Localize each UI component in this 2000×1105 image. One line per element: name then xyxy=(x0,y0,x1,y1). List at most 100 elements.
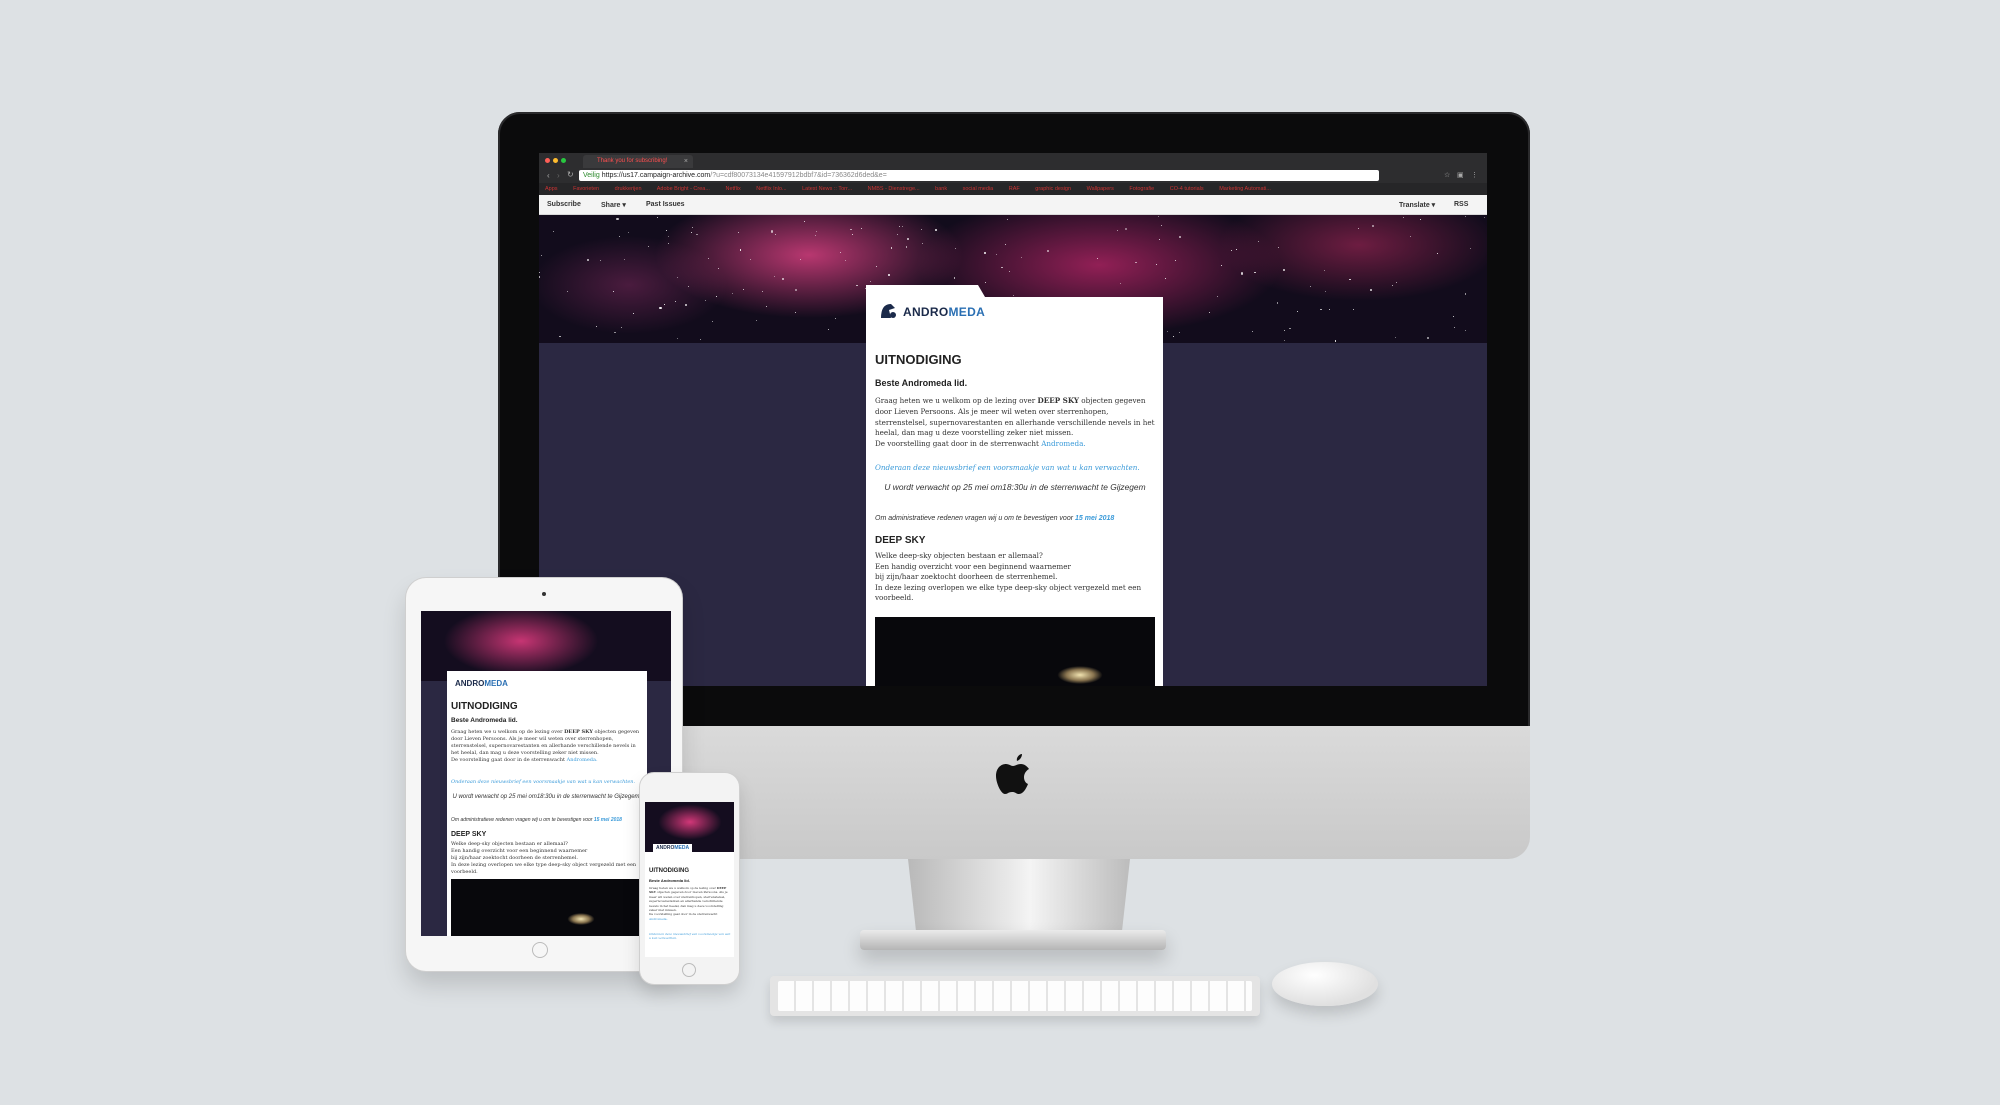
star xyxy=(1349,278,1351,280)
minimize-window-icon[interactable] xyxy=(553,158,558,163)
star xyxy=(690,231,692,233)
url-path: /?u=cdf80073134e41597912bdbf7&id=736362d… xyxy=(710,172,887,179)
star xyxy=(1117,230,1118,231)
share-menu[interactable]: Share ▾ xyxy=(601,201,626,209)
bookmark-item[interactable]: bank xyxy=(935,186,947,192)
bookmark-item[interactable]: Marketing Automati... xyxy=(1219,186,1271,192)
bookmark-item[interactable]: Adobe Bright - Crea... xyxy=(657,186,710,192)
star xyxy=(1276,302,1279,304)
past-issues-link[interactable]: Past Issues xyxy=(646,201,685,208)
teaser-text: Onderaan deze nieuwsbrief een voorsmaakj… xyxy=(875,463,1140,472)
bookmark-item[interactable]: social media xyxy=(963,186,994,192)
star xyxy=(559,335,561,338)
star xyxy=(627,231,629,233)
star-bookmark-icon[interactable]: ☆ xyxy=(1444,171,1450,179)
bookmark-item[interactable]: CO-4 tutorials xyxy=(1170,186,1204,192)
star xyxy=(1174,260,1176,261)
bookmark-item[interactable]: Latest News :: Torr... xyxy=(802,186,852,192)
translate-menu[interactable]: Translate ▾ xyxy=(1399,201,1435,209)
star xyxy=(1236,248,1238,250)
rss-link[interactable]: RSS xyxy=(1454,201,1468,208)
star xyxy=(1278,247,1280,249)
star xyxy=(665,230,667,231)
andromeda-link[interactable]: Andromeda. xyxy=(1041,439,1085,448)
star xyxy=(552,231,554,233)
bookmarks-bar: Apps Favorieten drukkerijen Adobe Bright… xyxy=(539,183,1487,195)
ipad-greeting: Beste Andromeda lid. xyxy=(451,717,518,724)
star xyxy=(1437,253,1438,255)
star xyxy=(599,259,601,261)
newsletter-title: UITNODIGING xyxy=(875,352,962,367)
bookmark-item[interactable]: graphic design xyxy=(1035,186,1071,192)
bookmark-item[interactable]: Netflix Inlo... xyxy=(756,186,786,192)
star xyxy=(935,229,937,231)
section-line: bij zijn/haar zoektocht doorheen de ster… xyxy=(875,572,1058,582)
tab-close-icon[interactable]: × xyxy=(684,155,688,168)
star xyxy=(834,317,836,319)
star xyxy=(896,233,898,235)
star xyxy=(794,311,797,313)
star xyxy=(773,275,775,277)
browser-tab[interactable]: Thank you for subscribing! × xyxy=(583,155,693,168)
star xyxy=(953,277,955,279)
section-title: DEEP SKY xyxy=(875,535,926,546)
iphone-teaser: Onderaan deze nieuwsbrief een voorsmaakj… xyxy=(649,932,731,941)
bookmark-item[interactable]: Apps xyxy=(545,186,558,192)
ipad-intro: Graag heten we u welkom op de lezing ove… xyxy=(451,729,640,763)
bookmark-item[interactable]: Netflix xyxy=(725,186,740,192)
star xyxy=(1394,336,1396,338)
forward-arrow-icon[interactable]: › xyxy=(557,171,560,180)
star xyxy=(717,267,719,269)
maximize-window-icon[interactable] xyxy=(561,158,566,163)
star xyxy=(1452,315,1455,317)
star xyxy=(738,231,740,234)
star xyxy=(876,265,878,267)
star xyxy=(688,285,690,287)
bookmark-item[interactable]: Wallpapers xyxy=(1087,186,1114,192)
star xyxy=(676,277,678,279)
star xyxy=(1231,249,1233,251)
star xyxy=(920,228,922,231)
ipad-section-title: DEEP SKY xyxy=(451,831,487,838)
logo-text-suffix: MEDA xyxy=(948,305,986,319)
star xyxy=(795,289,797,291)
url-field[interactable]: Veilig https://us17.campaign-archive.com… xyxy=(579,170,1379,181)
star xyxy=(1289,327,1291,330)
bookmark-item[interactable]: Fotografie xyxy=(1129,186,1154,192)
ipad-home-button[interactable] xyxy=(532,942,548,958)
intro-text: Graag heten we u welkom op de lezing ove… xyxy=(875,396,1038,405)
star xyxy=(816,230,818,232)
extension-icon[interactable]: ▣ xyxy=(1457,171,1464,179)
star xyxy=(1179,332,1181,333)
star xyxy=(851,234,853,236)
star xyxy=(1453,326,1455,328)
bookmark-item[interactable]: NMBS - Dienstrege... xyxy=(868,186,920,192)
bookmark-item[interactable]: RAF xyxy=(1009,186,1020,192)
iphone-home-button[interactable] xyxy=(682,963,696,977)
star xyxy=(1217,295,1219,297)
ipad-section-text: Welke deep-sky objecten bestaan er allem… xyxy=(451,841,637,875)
star xyxy=(668,235,670,237)
confirmation-date: 15 mei 2018 xyxy=(1075,515,1115,522)
intro-paragraph: Graag heten we u welkom op de lezing ove… xyxy=(875,396,1155,450)
star xyxy=(1370,289,1372,291)
star xyxy=(815,234,816,236)
star xyxy=(1221,264,1222,266)
close-window-icon[interactable] xyxy=(545,158,550,163)
star xyxy=(1097,258,1099,260)
star xyxy=(1357,228,1359,230)
star xyxy=(756,319,758,321)
menu-icon[interactable]: ⋮ xyxy=(1471,171,1478,179)
star xyxy=(1252,331,1253,333)
star xyxy=(539,271,541,274)
bookmark-item[interactable]: Favorieten xyxy=(573,186,599,192)
ipad-screen: ANDROMEDA UITNODIGING Beste Andromeda li… xyxy=(421,611,671,936)
star xyxy=(1209,312,1211,314)
star xyxy=(1158,239,1160,241)
subscribe-link[interactable]: Subscribe xyxy=(547,201,581,208)
back-arrow-icon[interactable]: ‹ xyxy=(547,171,550,180)
reload-icon[interactable]: ↻ xyxy=(567,170,574,179)
star xyxy=(1120,283,1121,284)
bookmark-item[interactable]: drukkerijen xyxy=(615,186,642,192)
star xyxy=(800,259,801,261)
